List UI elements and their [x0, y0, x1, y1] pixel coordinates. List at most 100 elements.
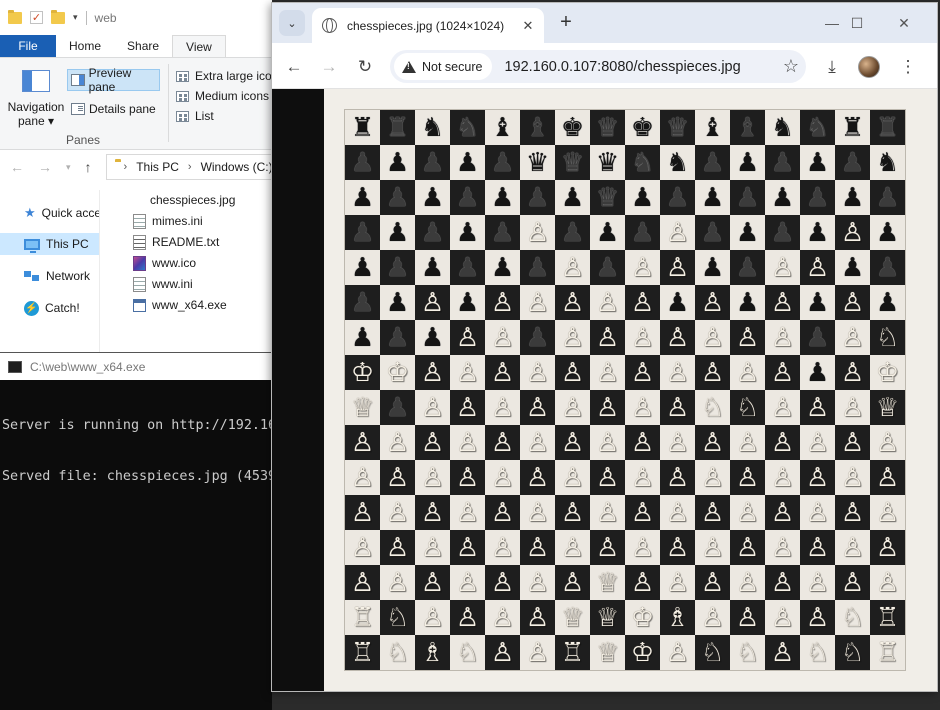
layout-medium-icons[interactable]: Medium icons	[176, 87, 269, 105]
board-square: ♙	[520, 530, 555, 565]
download-icon[interactable]: ⤓	[818, 53, 846, 81]
white-pawn-icon: ♙	[455, 567, 480, 598]
address-bar[interactable]: Not secure 192.160.0.107:8080/chesspiece…	[390, 50, 806, 83]
black-pawn-icon: ♟	[805, 357, 830, 388]
maximize-icon[interactable]: ☐	[842, 11, 872, 35]
folder-icon[interactable]	[8, 9, 22, 24]
recent-locations-icon[interactable]: ▾	[66, 162, 71, 173]
white-pawn-icon: ♙	[490, 462, 515, 493]
board-square: ♟	[380, 285, 415, 320]
explorer-address-bar[interactable]: › This PC › Windows (C:)	[105, 154, 272, 180]
chevron-right-icon[interactable]: ›	[124, 161, 128, 173]
browser-tab-active[interactable]: chesspieces.jpg (1024×1024) ✕	[312, 8, 544, 43]
file-item-readme[interactable]: README.txt	[128, 232, 272, 252]
black-pawn-icon: ♟	[525, 182, 550, 213]
layout-extra-large-icons[interactable]: Extra large icons	[176, 67, 272, 85]
white-pawn-icon: ♙	[560, 357, 585, 388]
navigation-pane-button[interactable]: Navigation pane ▾	[6, 66, 66, 136]
reload-icon[interactable]: ↻	[351, 53, 379, 81]
chess-board: ♜ ♜ ♞ ♞ ♝ ♝ ♚ ♛ ♚ ♛ ♝ ♝ ♞ ♞ ♜ ♜ ♟ ♟ ♟ ♟ ♟ ♛ ♛ ♛ ♞ ♞ ♟ ♟ ♟ ♟ ♟ ♞ ♟ ♟ ♟ ♟ ♟ ♟ ♟ ♛…	[344, 109, 906, 671]
white-pawn-icon: ♙	[875, 462, 900, 493]
navigation-pane-label-2: pane ▾	[17, 114, 55, 128]
file-item-mimes-ini[interactable]: mimes.ini	[128, 211, 272, 231]
sidebar-item-this-pc[interactable]: This PC	[0, 233, 99, 255]
tab-search-button[interactable]: ⌄	[279, 10, 305, 36]
layout-label: Medium icons	[195, 89, 270, 103]
file-item-www-ini[interactable]: www.ini	[128, 274, 272, 294]
black-knight-icon: ♞	[805, 112, 830, 143]
board-square: ♙	[835, 320, 870, 355]
tab-home[interactable]: Home	[56, 35, 114, 57]
board-square: ♙	[870, 530, 905, 565]
board-square: ♟	[485, 145, 520, 180]
white-pawn-icon: ♙	[805, 427, 830, 458]
close-window-icon[interactable]: ✕	[889, 11, 919, 35]
file-item-www-x64-exe[interactable]: www_x64.exe	[128, 295, 272, 315]
text-file-icon	[133, 234, 146, 250]
tab-share[interactable]: Share	[114, 35, 172, 57]
window-title: web	[94, 10, 117, 25]
board-square: ♙	[450, 565, 485, 600]
preview-pane-button[interactable]: Preview pane	[67, 66, 160, 94]
breadcrumb-this-pc[interactable]: This PC	[136, 160, 179, 174]
profile-avatar[interactable]	[858, 56, 880, 78]
details-pane-button[interactable]: Details pane	[67, 98, 160, 120]
black-pawn-icon: ♟	[350, 287, 375, 318]
breadcrumb-windows-c[interactable]: Windows (C:)	[201, 160, 272, 174]
tab-view[interactable]: View	[172, 35, 226, 57]
board-square: ♙	[695, 600, 730, 635]
board-square: ♘	[450, 635, 485, 670]
black-pawn-icon: ♟	[560, 182, 585, 213]
white-queen-icon: ♕	[595, 637, 620, 668]
customize-toolbar-icon[interactable]: ▾	[73, 12, 78, 23]
board-square: ♙	[835, 355, 870, 390]
chesspieces-image[interactable]: ♜ ♜ ♞ ♞ ♝ ♝ ♚ ♛ ♚ ♛ ♝ ♝ ♞ ♞ ♜ ♜ ♟ ♟ ♟ ♟ ♟ ♛ ♛ ♛ ♞ ♞ ♟ ♟ ♟ ♟ ♟ ♞ ♟ ♟ ♟ ♟ ♟ ♟ ♟ ♛…	[324, 89, 937, 691]
forward-icon[interactable]: →	[315, 53, 343, 81]
board-square: ♝	[730, 110, 765, 145]
close-tab-icon[interactable]: ✕	[520, 18, 536, 34]
more-menu-icon[interactable]: ⋮	[894, 53, 922, 81]
black-pawn-icon: ♟	[805, 217, 830, 248]
board-square: ♙	[835, 495, 870, 530]
white-pawn-icon: ♙	[665, 427, 690, 458]
black-pawn-icon: ♟	[875, 287, 900, 318]
board-square: ♟	[555, 180, 590, 215]
board-square: ♟	[450, 250, 485, 285]
white-pawn-icon: ♙	[770, 462, 795, 493]
board-square: ♙	[520, 215, 555, 250]
board-square: ♟	[555, 215, 590, 250]
explorer-titlebar: ✓ ▾ web	[0, 0, 272, 35]
white-pawn-icon: ♙	[525, 497, 550, 528]
bookmark-star-icon[interactable]: ☆	[776, 56, 806, 77]
board-square: ♙	[345, 425, 380, 460]
black-pawn-icon: ♟	[420, 252, 445, 283]
layout-label: List	[195, 109, 214, 123]
black-queen-icon: ♛	[665, 112, 690, 143]
sidebar-item-network[interactable]: Network	[0, 265, 99, 287]
board-square: ♟	[730, 285, 765, 320]
board-square: ♟	[380, 180, 415, 215]
up-arrow-icon[interactable]: ↑	[85, 159, 92, 175]
black-knight-icon: ♞	[630, 147, 655, 178]
back-icon[interactable]: ←	[280, 53, 308, 81]
security-indicator[interactable]: Not secure	[394, 53, 493, 80]
forward-arrow-icon[interactable]: →	[38, 159, 52, 175]
chevron-right-icon[interactable]: ›	[188, 161, 192, 173]
file-item-www-ico[interactable]: www.ico	[128, 253, 272, 273]
board-square: ♙	[415, 425, 450, 460]
tab-file[interactable]: File	[0, 35, 56, 57]
black-pawn-icon: ♟	[665, 182, 690, 213]
sidebar-item-quick-access[interactable]: ★ Quick access	[0, 202, 99, 224]
layout-list[interactable]: List	[176, 107, 214, 125]
new-tab-button[interactable]: +	[555, 12, 577, 34]
file-item-chesspieces[interactable]: chesspieces.jpg	[128, 190, 272, 210]
new-folder-icon[interactable]	[51, 9, 65, 24]
url-text[interactable]: 192.160.0.107:8080/chesspieces.jpg	[504, 59, 776, 75]
board-square: ♟	[345, 250, 380, 285]
white-pawn-icon: ♙	[560, 532, 585, 563]
back-arrow-icon[interactable]: ←	[10, 159, 24, 175]
properties-check-icon[interactable]: ✓	[30, 11, 43, 24]
sidebar-item-catch[interactable]: ⚡ Catch!	[0, 297, 99, 319]
board-square: ♟	[380, 250, 415, 285]
white-rook-icon: ♖	[560, 637, 585, 668]
